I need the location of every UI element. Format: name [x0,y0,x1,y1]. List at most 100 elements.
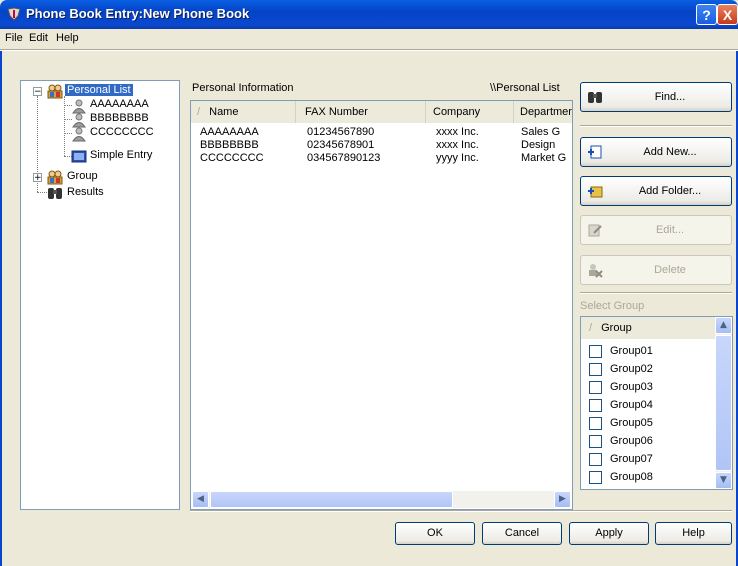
tree-item-contact[interactable]: CCCCCCCC [90,126,154,138]
group-checkbox[interactable] [589,345,602,358]
select-group-list[interactable]: / Group Group01 Group02 Group03 Group04 … [580,316,733,490]
cell-fax-number: 01234567890 [307,126,375,138]
tree-connector [37,192,47,193]
add-folder-button[interactable]: Add Folder... [580,176,732,206]
find-button[interactable]: Find... [580,82,732,112]
scroll-right-arrow[interactable]: ▶ [554,491,571,508]
side-separator [580,292,732,294]
group-checkbox[interactable] [589,399,602,412]
group-checkbox[interactable] [589,435,602,448]
add-new-button-label: Add New... [643,146,697,158]
group-name: Group05 [610,417,653,429]
window-border-left [0,49,2,566]
tree-item-results[interactable]: Results [67,186,104,198]
group-name: Group06 [610,435,653,447]
group-column-header[interactable]: / Group [581,317,715,339]
scroll-down-arrow[interactable]: ▼ [715,472,732,489]
cell-company: xxxx Inc. [436,126,479,138]
folder-icon [71,150,87,163]
scrollbar-thumb[interactable] [715,335,732,471]
group-name: Group03 [610,381,653,393]
bottom-separator [190,510,732,512]
add-new-entry-icon [588,145,602,159]
delete-icon [589,264,603,278]
column-header-department[interactable]: Departmer [514,101,572,123]
apply-button[interactable]: Apply [569,522,649,545]
binoculars-icon [588,92,602,103]
add-folder-button-label: Add Folder... [638,185,702,197]
personal-information-label: Personal Information [192,82,294,94]
horizontal-scrollbar[interactable]: ◀ ▶ [192,491,571,508]
vertical-scrollbar[interactable]: ▲ ▼ [715,317,732,489]
column-header-name[interactable]: / Name [191,101,296,123]
window-title: Phone Book Entry:New Phone Book [26,6,250,21]
group-checkbox[interactable] [589,417,602,430]
personal-info-list[interactable]: / Name FAX Number Company Departmer AAAA… [190,100,573,510]
phonebook-app-icon [7,7,21,21]
delete-button-label: Delete [654,264,686,276]
tree-item-personal-list[interactable]: Personal List [65,84,133,96]
group-name: Group08 [610,471,653,483]
cell-company: xxxx Inc. [436,139,479,151]
scrollbar-thumb[interactable] [210,491,453,508]
cell-name: BBBBBBBB [200,139,259,151]
close-button[interactable]: X [717,4,738,25]
tree-item-group[interactable]: Group [67,170,98,182]
edit-pencil-icon [588,224,602,237]
table-row[interactable]: AAAAAAAA 01234567890 xxxx Inc. Sales G [191,126,572,139]
column-header-fax-number[interactable]: FAX Number [296,101,426,123]
group-header-label: Group [601,322,632,334]
cell-department: Market G [521,152,567,164]
help-button[interactable]: ? [696,4,717,25]
tree-item-simple-entry[interactable]: Simple Entry [90,149,152,161]
menu-bar: File Edit Help [0,29,738,49]
person-icon [72,127,86,142]
scroll-left-arrow[interactable]: ◀ [192,491,209,508]
sort-indicator: / [197,106,201,118]
list-header: / Name FAX Number Company Departmer [191,101,572,123]
sort-indicator: / [589,322,593,334]
title-bar: Phone Book Entry:New Phone Book ? X [0,0,738,29]
collapse-personal-list-expander[interactable]: − [33,87,42,97]
menu-separator [0,49,738,51]
people-group-icon [47,84,63,99]
delete-button[interactable]: Delete [580,255,732,285]
binoculars-icon [48,188,62,199]
table-row[interactable]: CCCCCCCC 034567890123 yyyy Inc. Market G [191,152,572,165]
side-separator [580,125,732,127]
column-header-company[interactable]: Company [426,101,514,123]
help-dialog-button[interactable]: Help [655,522,732,545]
group-checkbox[interactable] [589,471,602,484]
add-folder-icon [588,186,603,198]
tree-item-contact[interactable]: BBBBBBBB [90,112,149,124]
add-new-button[interactable]: Add New... [580,137,732,167]
scroll-up-arrow[interactable]: ▲ [715,317,732,334]
cell-name: CCCCCCCC [200,152,264,164]
menu-help[interactable]: Help [56,32,79,44]
phonebook-tree[interactable]: − Personal List AAAAAAAA BBBBBBBB CCCCCC… [20,80,180,510]
tree-item-contact[interactable]: AAAAAAAA [90,98,149,110]
cell-fax-number: 02345678901 [307,139,375,151]
ok-button[interactable]: OK [395,522,475,545]
cell-department: Design [521,139,556,151]
group-name: Group07 [610,453,653,465]
table-row[interactable]: BBBBBBBB 02345678901 xxxx Inc. Design [191,139,572,152]
edit-button-label: Edit... [655,224,685,236]
group-checkbox[interactable] [589,453,602,466]
group-name: Group01 [610,345,653,357]
cell-name: AAAAAAAA [200,126,259,138]
people-group-icon [47,170,63,185]
group-name: Group04 [610,399,653,411]
edit-button[interactable]: Edit... [580,215,732,245]
group-checkbox[interactable] [589,363,602,376]
column-header-label: Name [209,106,239,118]
current-path-label: \\Personal List [490,82,560,94]
cancel-button[interactable]: Cancel [482,522,562,545]
group-name: Group02 [610,363,653,375]
expand-group-expander[interactable]: + [33,173,42,183]
cell-fax-number: 034567890123 [307,152,381,164]
menu-edit[interactable]: Edit [29,32,48,44]
menu-file[interactable]: File [5,32,23,44]
group-checkbox[interactable] [589,381,602,394]
find-button-label: Find... [654,91,686,103]
